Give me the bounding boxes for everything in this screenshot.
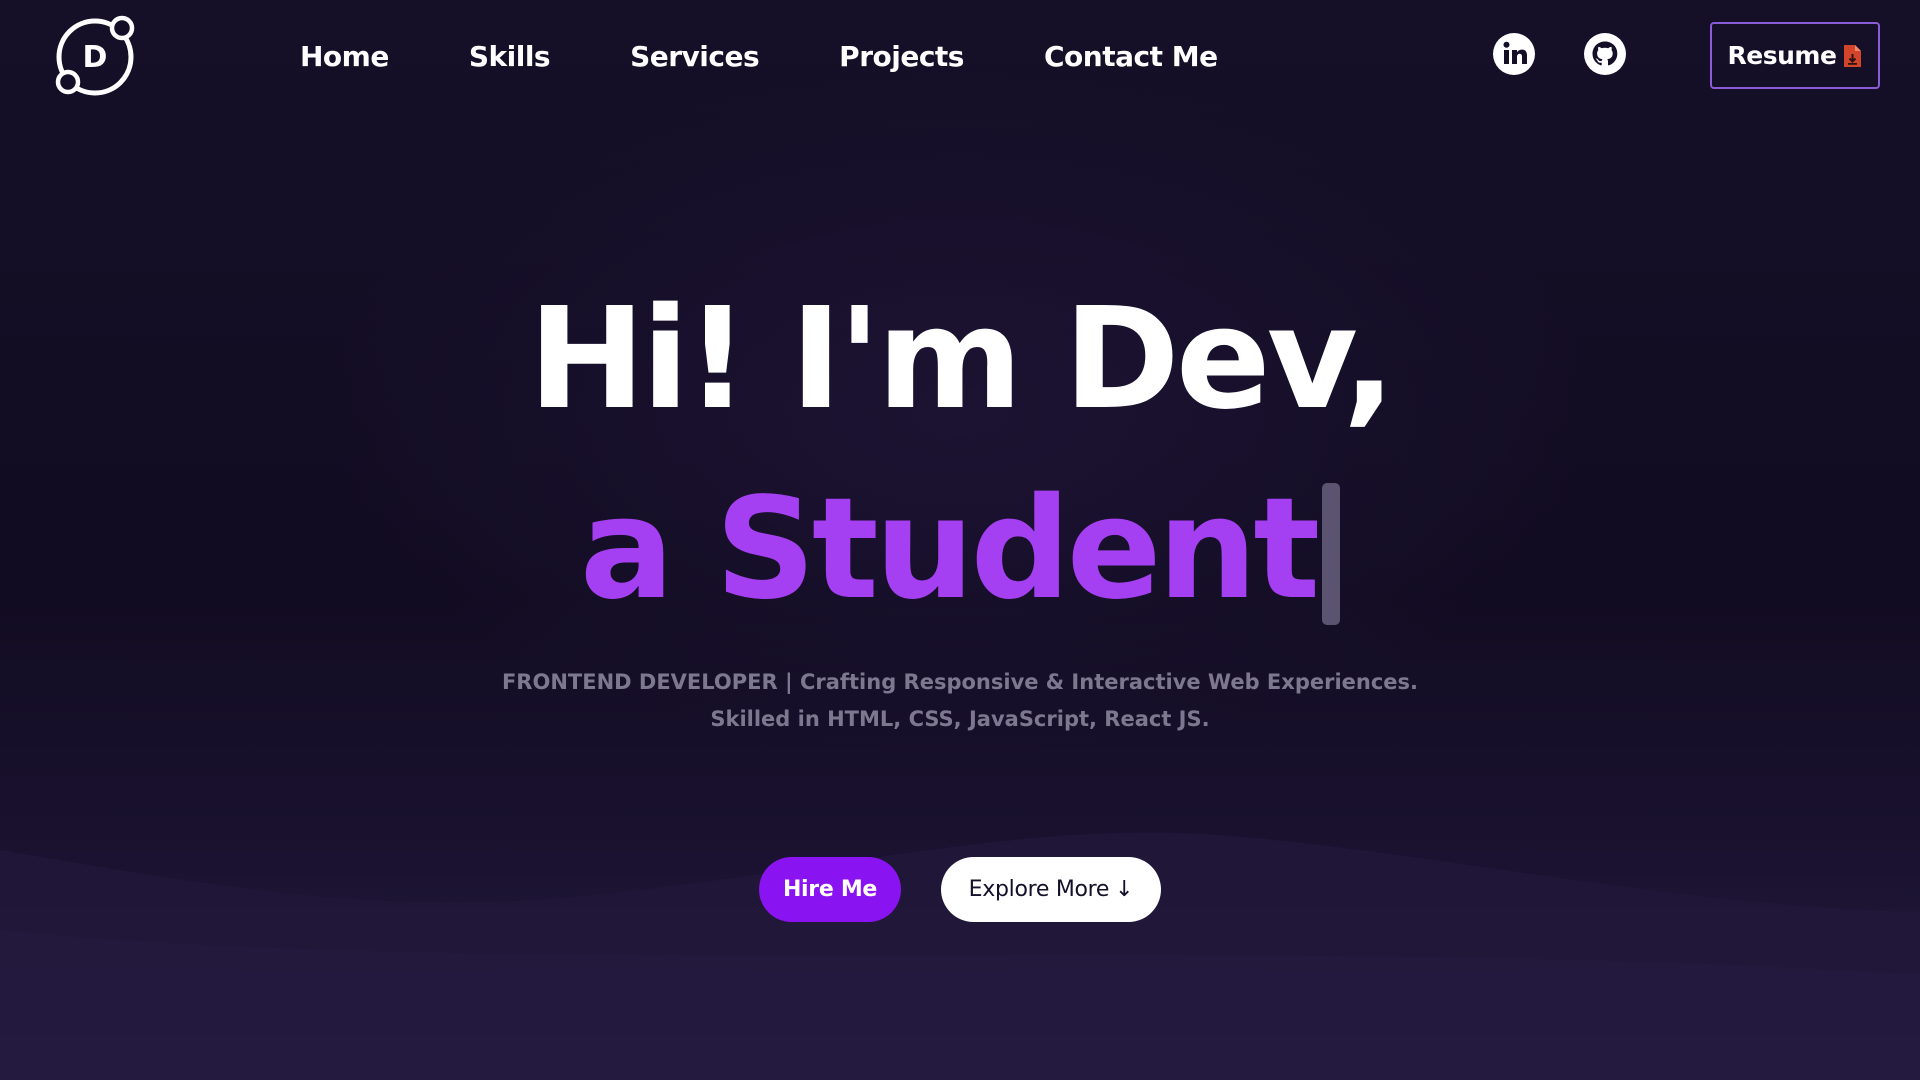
nav-item-skills[interactable]: Skills xyxy=(469,40,551,73)
hero-tagline: FRONTEND DEVELOPER | Crafting Responsive… xyxy=(0,664,1920,738)
explore-more-button[interactable]: Explore More ↓ xyxy=(941,857,1161,922)
explore-more-label: Explore More xyxy=(968,877,1110,902)
github-icon xyxy=(1584,33,1626,75)
hire-me-label: Hire Me xyxy=(782,877,878,902)
hire-me-button[interactable]: Hire Me xyxy=(759,857,901,922)
tagline-line-2: Skilled in HTML, CSS, JavaScript, React … xyxy=(710,707,1210,731)
arrow-down-icon: ↓ xyxy=(1115,877,1134,902)
logo[interactable]: D xyxy=(52,14,138,98)
pdf-file-icon xyxy=(1842,44,1862,68)
orbit-logo-icon: D xyxy=(55,15,135,96)
typing-caret xyxy=(1322,483,1341,625)
linkedin-link[interactable] xyxy=(1492,32,1536,76)
hero-role-text: a Student xyxy=(579,468,1320,631)
site-header: D Home Skills Services Projects Contact … xyxy=(0,0,1920,112)
github-link[interactable] xyxy=(1583,32,1627,76)
nav-item-home[interactable]: Home xyxy=(300,40,389,73)
linkedin-icon xyxy=(1493,33,1535,75)
hero-greeting: Hi! I'm Dev, xyxy=(528,278,1396,441)
main-nav: Home Skills Services Projects Contact Me xyxy=(300,36,1218,76)
nav-item-services[interactable]: Services xyxy=(630,40,760,73)
resume-label: Resume xyxy=(1727,41,1837,70)
nav-item-projects[interactable]: Projects xyxy=(839,40,964,73)
logo-letter: D xyxy=(83,40,108,75)
nav-item-contact-me[interactable]: Contact Me xyxy=(1044,40,1218,73)
tagline-line-1: FRONTEND DEVELOPER | Crafting Responsive… xyxy=(501,670,1419,694)
hero-role: a Student xyxy=(0,470,1920,630)
resume-button[interactable]: Resume xyxy=(1710,22,1880,89)
